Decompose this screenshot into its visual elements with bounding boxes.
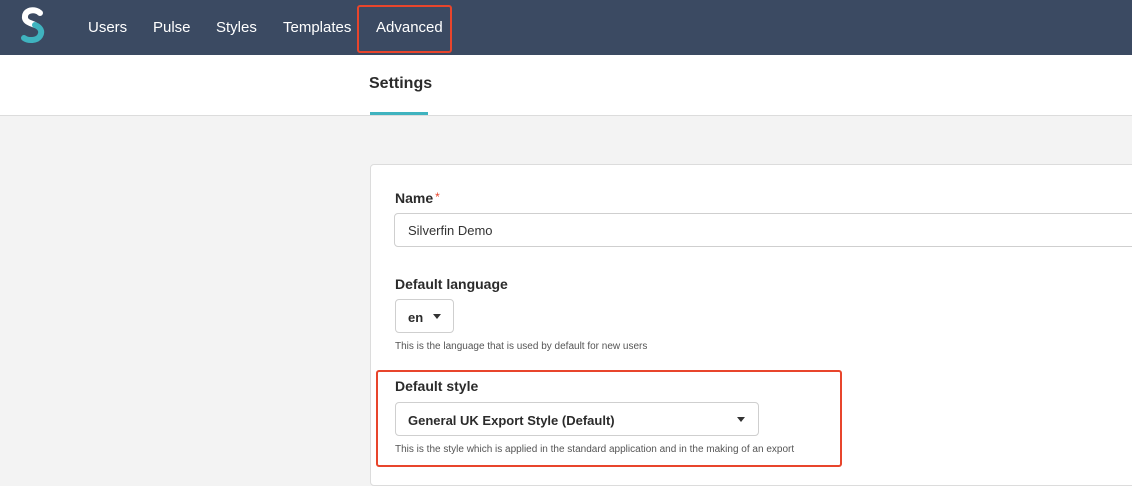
name-label-text: Name	[395, 190, 434, 206]
highlight-default-style-annotation	[376, 370, 842, 467]
highlight-advanced-annotation	[357, 5, 452, 53]
nav-templates[interactable]: Templates	[283, 18, 351, 38]
default-language-value: en	[408, 310, 424, 325]
silverfin-logo-icon[interactable]	[18, 7, 48, 45]
nav-users[interactable]: Users	[88, 18, 127, 38]
tab-settings[interactable]: Settings	[369, 75, 432, 93]
nav-styles[interactable]: Styles	[216, 18, 257, 38]
active-tab-indicator	[370, 112, 428, 115]
nav-pulse[interactable]: Pulse	[153, 18, 191, 38]
default-language-select[interactable]: en	[395, 299, 454, 333]
name-label: Name *	[395, 190, 440, 206]
page-subheader: Settings	[0, 55, 1132, 116]
name-input[interactable]: Silverfin Demo	[394, 213, 1132, 247]
chevron-down-icon	[433, 314, 441, 319]
name-input-value: Silverfin Demo	[408, 223, 493, 238]
top-navigation: Users Pulse Styles Templates Advanced	[0, 0, 1132, 55]
default-language-label: Default language	[395, 276, 508, 292]
required-marker: *	[435, 190, 440, 204]
default-language-help: This is the language that is used by def…	[395, 341, 648, 352]
